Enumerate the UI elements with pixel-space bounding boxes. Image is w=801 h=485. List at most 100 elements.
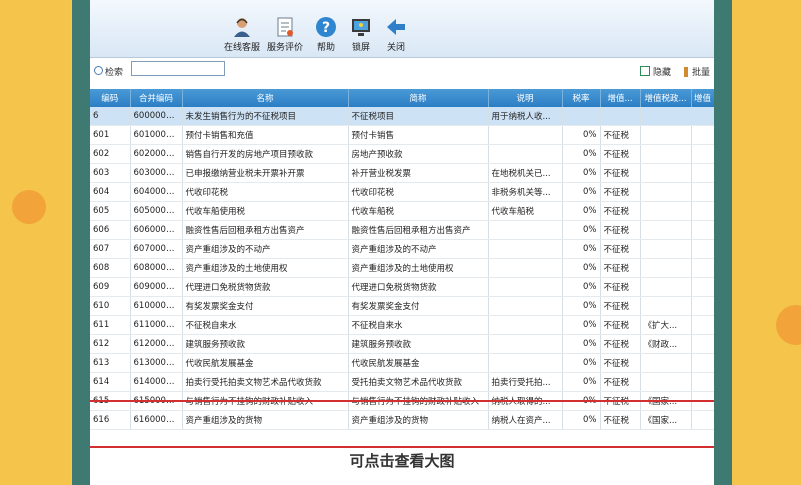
table-cell-policy: 《财政... (640, 334, 692, 354)
table-row[interactable]: 610 6100000... 有奖发票奖金支付 有奖发票奖金支付 0% 不征税 (90, 296, 714, 316)
table-row[interactable]: 605 6050000... 代收车船使用税 代收车船税 代收车船税 0% 不征税 (90, 201, 714, 221)
table-cell-code: 604 (90, 182, 131, 202)
lock-screen-icon (352, 19, 370, 36)
view-large-image-caption[interactable]: 可点击查看大图 (90, 450, 714, 471)
table-cell-policy (640, 144, 692, 164)
table-cell-vat: 不征税 (600, 334, 641, 354)
customer-service-icon (234, 18, 250, 37)
table-cell-x (691, 201, 714, 221)
table-cell-policy (640, 296, 692, 316)
table-cell-vat: 不征税 (600, 353, 641, 373)
column-header[interactable]: 编码 (90, 89, 131, 107)
service-evaluation-button[interactable]: 服务评价 (265, 16, 305, 54)
table-cell-short: 补开营业税发票 (348, 163, 489, 183)
close-button[interactable]: 关闭 (382, 16, 410, 54)
column-header[interactable]: 税率 (562, 89, 601, 107)
batch-button[interactable]: 批量 (684, 65, 710, 78)
table-cell-rate: 0% (562, 353, 601, 373)
table-cell-desc: 代收车船税 (488, 201, 563, 221)
table-row[interactable]: 601 6010000... 预付卡销售和充值 预付卡销售 0% 不征税 (90, 125, 714, 145)
column-header[interactable]: 增值... (600, 89, 641, 107)
table-cell-rate: 0% (562, 144, 601, 164)
table-cell-merge: 6020000... (130, 144, 183, 164)
table-row[interactable]: 604 6040000... 代收印花税 代收印花税 非税务机关等... 0% 不征税 (90, 182, 714, 202)
table-cell-merge: 6130000... (130, 353, 183, 373)
table-row[interactable]: 614 6140000... 拍卖行受托拍卖文物艺术品代收货款 受托拍卖文物艺术品代收… (90, 372, 714, 392)
table-cell-name: 代收印花税 (182, 182, 349, 202)
left-teal-border (72, 0, 90, 485)
table-cell-short: 代收民航发展基金 (348, 353, 489, 373)
online-service-button[interactable]: 在线客服 (222, 16, 262, 54)
table-cell-short: 代理进口免税货物货款 (348, 277, 489, 297)
table-cell-name: 建筑服务预收款 (182, 334, 349, 354)
table-row[interactable]: 603 6030000... 已申报缴纳营业税未开票补开票 补开营业税发票 在地税机关已… (90, 163, 714, 183)
column-header[interactable]: 名称 (182, 89, 349, 107)
column-header[interactable]: 增值税政... (640, 89, 692, 107)
search-input[interactable] (131, 61, 225, 76)
app-window: 在线客服 服务评价 ? 帮助 锁屏 关闭 检索 隐藏 批量 编码 合并编码 名称… (90, 0, 714, 485)
table-row[interactable]: 612 6120000... 建筑服务预收款 建筑服务预收款 0% 不征税 《财政... (90, 334, 714, 354)
table-row[interactable]: 609 6090000... 代理进口免税货物货款 代理进口免税货物货款 0% 不征税 (90, 277, 714, 297)
table-cell-x (691, 410, 714, 430)
table-row[interactable]: 606 6060000... 融资性售后回租承租方出售资产 融资性售后回租承租方出售资… (90, 220, 714, 240)
table-cell-code: 611 (90, 315, 131, 335)
right-teal-border (714, 0, 732, 485)
table-cell-vat: 不征税 (600, 239, 641, 259)
table-cell-rate: 0% (562, 163, 601, 183)
table-cell-short: 资产重组涉及的土地使用权 (348, 258, 489, 278)
table-cell-rate: 0% (562, 239, 601, 259)
table-cell-policy (640, 239, 692, 259)
table-cell-merge: 6030000... (130, 163, 183, 183)
close-label: 关闭 (386, 43, 405, 53)
table-cell-merge: 6160000... (130, 410, 183, 430)
table-cell-short: 建筑服务预收款 (348, 334, 489, 354)
service-evaluation-label: 服务评价 (266, 43, 303, 53)
table-cell-code: 609 (90, 277, 131, 297)
column-header[interactable]: 说明 (488, 89, 563, 107)
help-icon: ? (316, 17, 336, 37)
table-cell-vat: 不征税 (600, 182, 641, 202)
table-cell-merge: 6110000... (130, 315, 183, 335)
table-row[interactable]: 602 6020000... 销售自行开发的房地产项目预收款 房地产预收款 0% 不征税 (90, 144, 714, 164)
table-cell-name: 未发生销售行为的不征税项目 (182, 107, 349, 126)
hide-toggle[interactable]: 隐藏 (640, 65, 671, 78)
table-cell-short: 不征税自来水 (348, 315, 489, 335)
table-cell-short: 不征税项目 (348, 107, 489, 126)
table-cell-policy (640, 372, 692, 392)
table-cell-name: 资产重组涉及的货物 (182, 410, 349, 430)
column-header[interactable]: 合并编码 (130, 89, 183, 107)
table-cell-desc (488, 144, 563, 164)
table-row[interactable]: 608 6080000... 资产重组涉及的土地使用权 资产重组涉及的土地使用权 0% 不… (90, 258, 714, 278)
table-cell-desc (488, 220, 563, 240)
table-cell-x (691, 315, 714, 335)
table-cell-code: 602 (90, 144, 131, 164)
left-frame-border (0, 0, 71, 485)
table-cell-desc (488, 334, 563, 354)
table-cell-merge: 6040000... (130, 182, 183, 202)
table-cell-code: 607 (90, 239, 131, 259)
table-cell-vat: 不征税 (600, 410, 641, 430)
table-cell-rate: 0% (562, 334, 601, 354)
table-cell-vat: 不征税 (600, 163, 641, 183)
table-cell-vat: 不征税 (600, 125, 641, 145)
table-cell-short: 房地产预收款 (348, 144, 489, 164)
table-row[interactable]: 607 6070000... 资产重组涉及的不动产 资产重组涉及的不动产 0% 不征税 (90, 239, 714, 259)
table-row[interactable]: 616 6160000... 资产重组涉及的货物 资产重组涉及的货物 纳税人在资产...… (90, 410, 714, 430)
column-header[interactable]: 简称 (348, 89, 489, 107)
table-cell-vat: 不征税 (600, 372, 641, 392)
table-cell-x (691, 258, 714, 278)
table-cell-name: 预付卡销售和充值 (182, 125, 349, 145)
highlight-line-top (90, 400, 714, 402)
table-row[interactable]: 6 6000000... 未发生销售行为的不征税项目 不征税项目 用于纳税人收... (90, 107, 714, 126)
table-row[interactable]: 611 6110000... 不征税自来水 不征税自来水 0% 不征税 《扩大... (90, 315, 714, 335)
table-cell-desc (488, 353, 563, 373)
column-header[interactable]: 增值 (691, 89, 714, 107)
table-cell-x (691, 334, 714, 354)
table-row[interactable]: 613 6130000... 代收民航发展基金 代收民航发展基金 0% 不征税 (90, 353, 714, 373)
search-label: 检索 (105, 68, 124, 78)
table-cell-name: 代收民航发展基金 (182, 353, 349, 373)
lock-screen-button[interactable]: 锁屏 (347, 16, 375, 54)
table-cell-name: 资产重组涉及的不动产 (182, 239, 349, 259)
table-cell-name: 代理进口免税货物货款 (182, 277, 349, 297)
help-button[interactable]: ? 帮助 (312, 16, 340, 54)
